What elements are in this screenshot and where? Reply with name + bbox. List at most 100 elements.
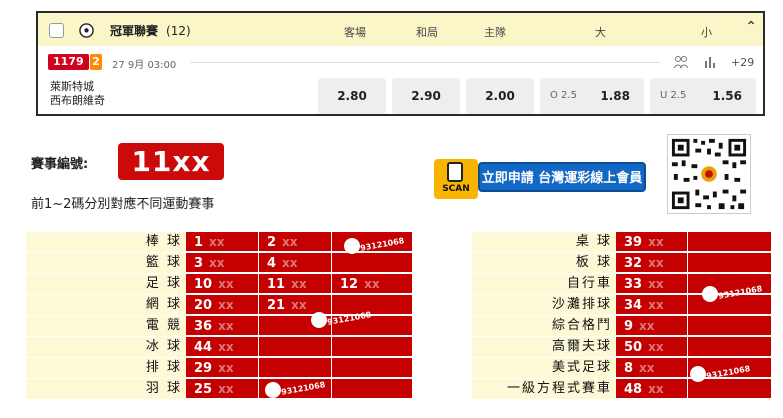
table-row: 足 球 10 xx 11 xx 12 xx — [26, 274, 413, 294]
sport-label: 沙灘排球 — [472, 295, 616, 315]
code-cell: 12 xx — [332, 274, 413, 294]
sport-label: 板 球 — [472, 253, 616, 273]
collapse-chevron-icon[interactable]: ⌃ — [745, 19, 757, 35]
code-suffix: xx — [364, 277, 380, 291]
sport-label: 一級方程式賽車 — [472, 379, 616, 399]
table-row: 羽 球 25 xx — [26, 379, 413, 399]
lineup-icon[interactable] — [673, 55, 689, 69]
col-under-header: 小 — [701, 26, 712, 39]
code-cell: 50 xx — [616, 337, 688, 357]
sport-label: 綜合格鬥 — [472, 316, 616, 336]
code-cell: 8 xx — [616, 358, 688, 378]
code-cell — [332, 358, 413, 378]
match-card: 冠軍聯賽 (12) 客場 和局 主隊 大 小 ⌃ 1179 2 27 9月 03:… — [36, 11, 765, 116]
table-row: 高爾夫球 50 xx — [472, 337, 772, 357]
code-cell — [688, 316, 772, 336]
code-suffix: xx — [218, 277, 234, 291]
code-note: 前1~2碼分別對應不同運動賽事 — [31, 197, 215, 212]
code-suffix: xx — [209, 256, 225, 270]
odd-away-button[interactable]: 2.80 — [318, 78, 386, 114]
watermark-dot — [265, 382, 281, 398]
sport-label: 網 球 — [26, 295, 186, 315]
under-odd: 1.56 — [712, 89, 742, 103]
code-prefix: 9 — [624, 319, 634, 334]
code-cell: 33 xx — [616, 274, 688, 294]
divider — [190, 62, 660, 63]
watermark-dot — [344, 238, 360, 254]
code-suffix: xx — [218, 361, 234, 375]
col-home-header: 主隊 — [484, 26, 506, 39]
code-cell: 9 xx — [616, 316, 688, 336]
code-cell — [332, 253, 413, 273]
code-cell: 11 xx — [259, 274, 332, 294]
phone-icon — [447, 162, 463, 182]
code-suffix: xx — [218, 382, 234, 396]
qr-code[interactable] — [667, 134, 751, 214]
code-cell — [332, 295, 413, 315]
code-cell: 39 xx — [616, 232, 688, 252]
team-1-name: 萊斯特城 — [50, 80, 94, 93]
code-suffix: xx — [648, 382, 664, 396]
odd-over-button[interactable]: O 2.5 1.88 — [540, 78, 644, 114]
odd-home-button[interactable]: 2.00 — [466, 78, 534, 114]
code-value: 11xx — [118, 143, 224, 180]
over-odd: 1.88 — [600, 89, 630, 103]
table-row: 綜合格鬥 9 xx — [472, 316, 772, 336]
league-header[interactable]: 冠軍聯賽 (12) 客場 和局 主隊 大 小 ⌃ — [38, 13, 763, 46]
table-row: 冰 球 44 xx — [26, 337, 413, 357]
code-prefix: 20 — [194, 298, 213, 313]
scan-badge: SCAN — [434, 159, 478, 199]
code-cell: 10 xx — [186, 274, 259, 294]
match-id-badge: 1179 — [48, 54, 89, 70]
code-prefix: 34 — [624, 298, 643, 313]
code-prefix: 1 — [194, 235, 204, 250]
code-suffix: xx — [648, 235, 664, 249]
code-cell: 3 xx — [186, 253, 259, 273]
code-prefix: 8 — [624, 361, 634, 376]
code-prefix: 33 — [624, 277, 643, 292]
code-suffix: xx — [218, 319, 234, 333]
odd-under-button[interactable]: U 2.5 1.56 — [650, 78, 756, 114]
stats-icon[interactable] — [703, 55, 717, 69]
col-away-header: 客場 — [344, 26, 366, 39]
col-draw-header: 和局 — [416, 26, 438, 39]
code-cell — [332, 337, 413, 357]
odd-draw-button[interactable]: 2.90 — [392, 78, 460, 114]
code-cell — [688, 379, 772, 399]
scan-label: SCAN — [442, 184, 470, 194]
table-row: 桌 球 39 xx — [472, 232, 772, 252]
code-prefix: 11 — [267, 277, 286, 292]
code-suffix: xx — [291, 277, 307, 291]
soccer-ball-icon — [79, 23, 94, 38]
code-cell: 2 xx — [259, 232, 332, 252]
sport-label: 足 球 — [26, 274, 186, 294]
sport-label: 電 競 — [26, 316, 186, 336]
sport-label: 羽 球 — [26, 379, 186, 399]
code-prefix: 36 — [194, 319, 213, 334]
more-markets-link[interactable]: +29 — [731, 56, 754, 69]
code-suffix: xx — [209, 235, 225, 249]
sport-label: 高爾夫球 — [472, 337, 616, 357]
sport-label: 棒 球 — [26, 232, 186, 252]
table-row: 一級方程式賽車 48 xx — [472, 379, 772, 399]
teams: 萊斯特城 西布朗維奇 — [50, 80, 105, 108]
code-suffix: xx — [282, 235, 298, 249]
select-checkbox[interactable] — [49, 23, 64, 38]
sport-label: 美式足球 — [472, 358, 616, 378]
code-suffix: xx — [218, 340, 234, 354]
signup-banner[interactable]: 立即申請 台灣運彩線上會員 — [478, 162, 646, 192]
match-number-badge: 2 — [90, 54, 102, 70]
code-suffix: xx — [639, 319, 655, 333]
code-prefix: 21 — [267, 298, 286, 313]
code-prefix: 2 — [267, 235, 277, 250]
code-cell — [688, 337, 772, 357]
sport-label: 桌 球 — [472, 232, 616, 252]
table-row: 網 球 20 xx 21 xx — [26, 295, 413, 315]
code-suffix: xx — [639, 361, 655, 375]
code-cell — [332, 379, 413, 399]
code-prefix: 50 — [624, 340, 643, 355]
league-name: 冠軍聯賽 — [110, 24, 159, 38]
right-sport-table: 桌 球 39 xx 板 球 32 xx 自行車 33 xx 沙灘排球 34 xx 綜合格鬥 9 xx 高爾夫球… — [472, 232, 772, 404]
code-cell — [259, 358, 332, 378]
sport-label: 冰 球 — [26, 337, 186, 357]
